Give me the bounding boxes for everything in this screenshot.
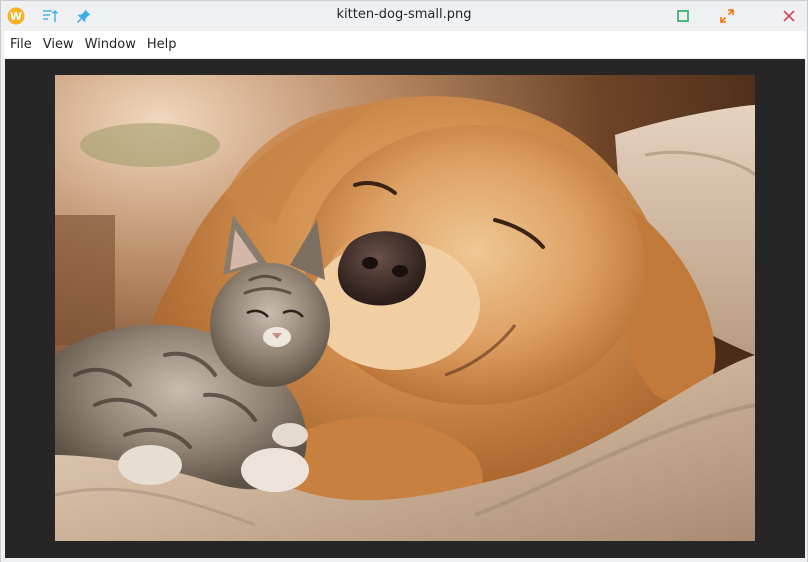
image-canvas[interactable] — [5, 59, 805, 558]
menu-file[interactable]: File — [4, 31, 37, 58]
menu-window[interactable]: Window — [79, 31, 141, 58]
maximize-icon[interactable] — [672, 5, 694, 27]
kitten-dog-photo — [55, 75, 755, 541]
close-icon[interactable] — [778, 5, 800, 27]
menu-bar: File View Window Help — [4, 31, 806, 58]
menu-help[interactable]: Help — [141, 31, 182, 58]
menu-view[interactable]: View — [37, 31, 79, 58]
bottom-edge — [1, 558, 807, 562]
title-bar[interactable]: W kitten-dog-small.png — [1, 1, 807, 30]
restore-icon[interactable] — [716, 5, 738, 27]
image-viewer-window: W kitten-dog-small.png File View Window … — [0, 0, 808, 562]
displayed-image[interactable] — [55, 75, 755, 541]
